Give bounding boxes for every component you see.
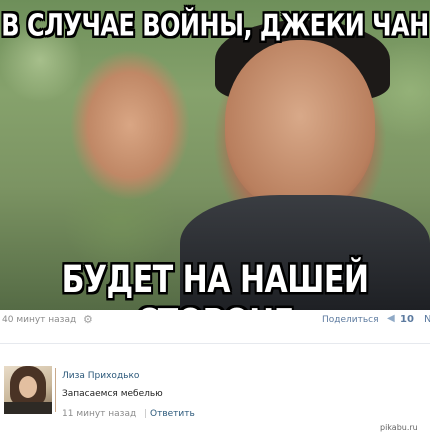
reply-link[interactable]: Ответить bbox=[150, 409, 195, 419]
meme-face bbox=[225, 40, 375, 210]
gear-icon[interactable]: ⚙ bbox=[83, 313, 93, 326]
meme-image: В СЛУЧАЕ ВОЙНЫ, ДЖЕКИ ЧАН БУДЕТ НА НАШЕЙ… bbox=[0, 0, 430, 310]
share-button[interactable]: Поделиться bbox=[322, 315, 379, 325]
comment-time[interactable]: 11 минут назад bbox=[62, 409, 136, 419]
meme-caption-top: В СЛУЧАЕ ВОЙНЫ, ДЖЕКИ ЧАН bbox=[1, 8, 429, 43]
comment-side-bar bbox=[55, 368, 59, 412]
avatar[interactable] bbox=[4, 366, 52, 414]
comment-text: Запасаемся мебелью bbox=[62, 389, 163, 399]
more-letter: N bbox=[424, 314, 430, 325]
share-count: 10 bbox=[400, 314, 414, 325]
comment-separator: | bbox=[144, 409, 148, 419]
avatar-face bbox=[19, 376, 37, 398]
comment-author[interactable]: Лиза Приходько bbox=[62, 371, 139, 381]
megaphone-icon[interactable]: ◀ bbox=[387, 313, 395, 324]
meme-caption-bottom: БУДЕТ НА НАШЕЙ СТОРОНЕ bbox=[61, 258, 369, 310]
comment-item: Лиза Приходько Запасаемся мебелью 11 мин… bbox=[0, 360, 430, 420]
divider bbox=[0, 343, 430, 344]
post-meta-bar: 40 минут назад ⚙ Поделиться ◀ 10 N bbox=[0, 312, 430, 330]
meme-hand bbox=[70, 50, 190, 200]
post-time[interactable]: 40 минут назад bbox=[2, 315, 76, 325]
avatar-bottom bbox=[4, 402, 52, 414]
watermark: pikabu.ru bbox=[380, 423, 418, 432]
